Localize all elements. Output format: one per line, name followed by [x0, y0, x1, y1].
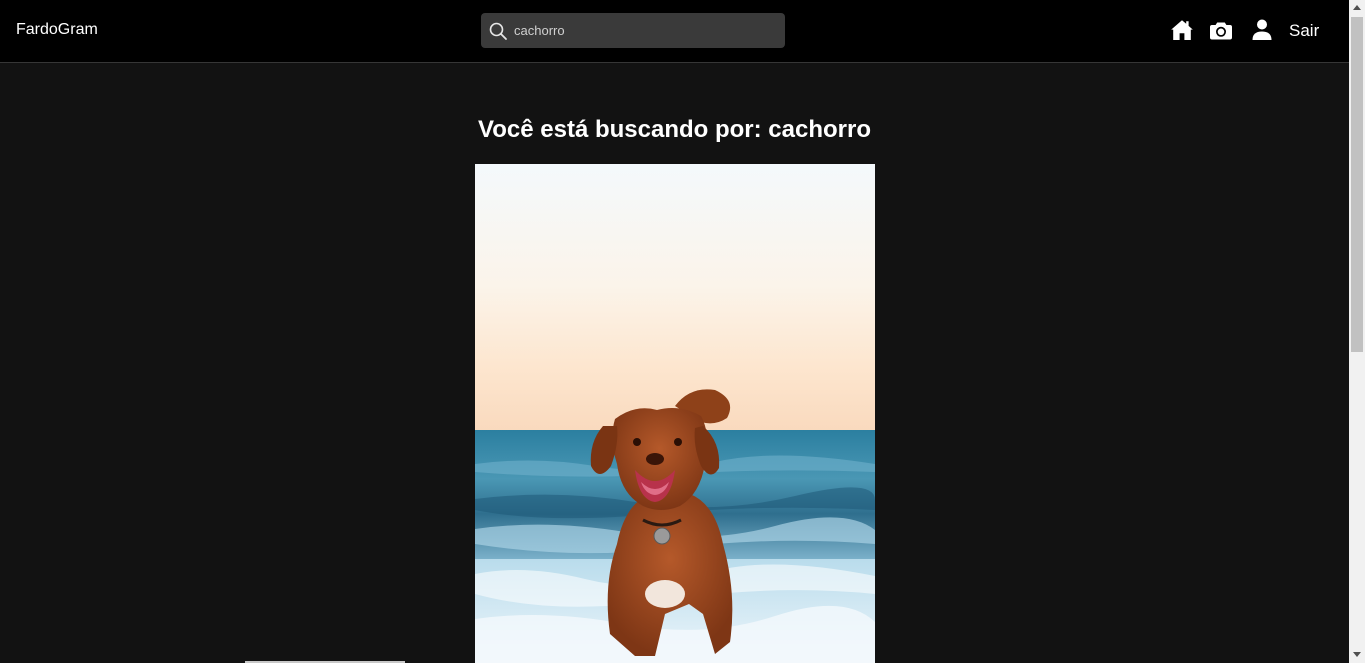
search-box[interactable]	[481, 13, 785, 48]
scroll-down-arrow-icon[interactable]	[1353, 652, 1361, 657]
scroll-up-arrow-icon[interactable]	[1353, 5, 1361, 10]
brand-logo[interactable]: FardoGram	[16, 19, 98, 41]
app-viewport: FardoGram Sair Você está buscando por: c…	[0, 0, 1349, 663]
search-input[interactable]	[513, 13, 775, 48]
home-icon[interactable]	[1170, 18, 1194, 42]
logout-link[interactable]: Sair	[1289, 20, 1319, 42]
camera-icon[interactable]	[1209, 19, 1233, 43]
scrollbar-thumb[interactable]	[1351, 17, 1363, 352]
user-icon[interactable]	[1250, 18, 1274, 42]
search-icon	[489, 22, 507, 40]
search-result-photo[interactable]	[475, 164, 875, 663]
page-title: Você está buscando por: cachorro	[478, 116, 871, 143]
vertical-scrollbar[interactable]	[1349, 0, 1365, 663]
dog-photo-image	[475, 164, 875, 663]
navbar: FardoGram Sair	[0, 0, 1349, 63]
